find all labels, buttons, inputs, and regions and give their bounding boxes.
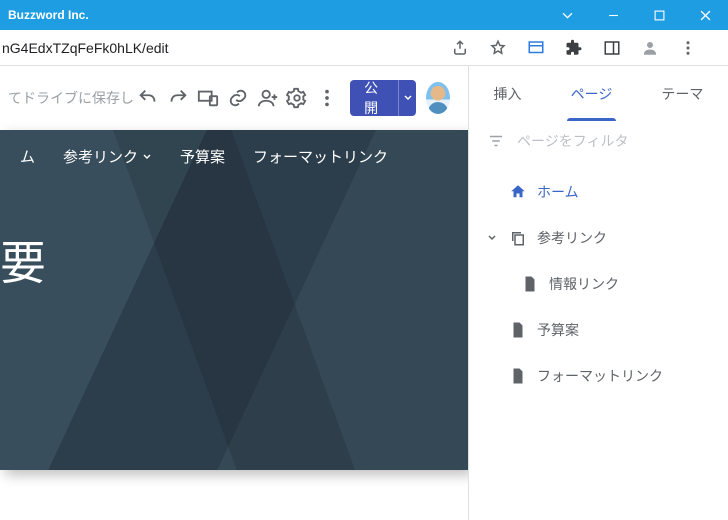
page-home[interactable]: ホーム xyxy=(469,169,728,215)
filter-icon[interactable] xyxy=(487,132,505,150)
page-icon xyxy=(509,367,527,385)
preview-nav-budget[interactable]: 予算案 xyxy=(180,146,225,167)
chevron-down-icon[interactable] xyxy=(544,0,590,30)
caret-down-icon[interactable] xyxy=(487,230,499,246)
site-preview[interactable]: ム 参考リンク 予算案 フォーマットリンク 要 xyxy=(0,130,468,470)
page-label: 参考リンク xyxy=(537,228,607,248)
publish-control: 公開 xyxy=(350,80,416,116)
extensions-icon[interactable] xyxy=(560,39,588,57)
devices-preview-button[interactable] xyxy=(193,78,223,118)
preview-nav: ム 参考リンク 予算案 フォーマットリンク xyxy=(0,130,468,167)
profile-icon[interactable] xyxy=(636,39,664,57)
publish-button[interactable]: 公開 xyxy=(350,80,398,116)
devtools-icon[interactable] xyxy=(522,39,550,57)
page-label: ホーム xyxy=(537,182,579,202)
close-button[interactable] xyxy=(682,0,728,30)
tab-theme[interactable]: テーマ xyxy=(657,66,707,121)
save-status: てドライブに保存しました xyxy=(8,88,133,108)
insert-link-button[interactable] xyxy=(223,78,253,118)
add-person-button[interactable] xyxy=(253,78,283,118)
url-text[interactable]: nG4EdxTZqFeFk0hLK/edit xyxy=(0,40,436,56)
window-title: Buzzword Inc. xyxy=(0,8,89,22)
filter-input[interactable]: ページをフィルタ xyxy=(517,131,628,151)
chevron-down-icon xyxy=(142,152,152,162)
publish-dropdown[interactable] xyxy=(398,80,416,116)
page-icon xyxy=(509,321,527,339)
account-avatar[interactable] xyxy=(426,82,450,114)
preview-nav-format[interactable]: フォーマットリンク xyxy=(253,146,388,167)
star-icon[interactable] xyxy=(484,39,512,57)
panel-tabs: 挿入 ページ テーマ xyxy=(469,66,728,121)
page-reference-child[interactable]: 情報リンク xyxy=(469,261,728,307)
home-icon xyxy=(509,183,527,201)
preview-headline[interactable]: 要 xyxy=(0,167,468,293)
right-panel: 挿入 ページ テーマ ページをフィルタ ホーム 参考リンク 情報リンク xyxy=(468,66,728,520)
undo-button[interactable] xyxy=(133,78,163,118)
minimize-button[interactable] xyxy=(590,0,636,30)
share-icon[interactable] xyxy=(446,39,474,57)
page-label: フォーマットリンク xyxy=(537,366,663,386)
kebab-menu-icon[interactable] xyxy=(674,39,702,57)
page-label: 情報リンク xyxy=(549,274,619,294)
page-label: 予算案 xyxy=(537,320,579,340)
page-budget[interactable]: 予算案 xyxy=(469,307,728,353)
address-bar: nG4EdxTZqFeFk0hLK/edit xyxy=(0,30,728,66)
page-tree: ホーム 参考リンク 情報リンク 予算案 フォーマットリンク xyxy=(469,161,728,399)
redo-button[interactable] xyxy=(163,78,193,118)
editor-toolbar: てドライブに保存しました 公開 xyxy=(0,66,468,130)
window-titlebar: Buzzword Inc. xyxy=(0,0,728,30)
page-format[interactable]: フォーマットリンク xyxy=(469,353,728,399)
copy-icon xyxy=(509,229,527,247)
more-button[interactable] xyxy=(312,78,342,118)
preview-nav-links[interactable]: 参考リンク xyxy=(63,146,152,167)
sidepanel-icon[interactable] xyxy=(598,39,626,57)
tab-pages[interactable]: ページ xyxy=(567,66,617,121)
maximize-button[interactable] xyxy=(636,0,682,30)
settings-button[interactable] xyxy=(282,78,312,118)
tab-insert[interactable]: 挿入 xyxy=(490,66,526,121)
preview-nav-home[interactable]: ム xyxy=(20,146,35,167)
page-reference[interactable]: 参考リンク xyxy=(469,215,728,261)
page-icon xyxy=(521,275,539,293)
